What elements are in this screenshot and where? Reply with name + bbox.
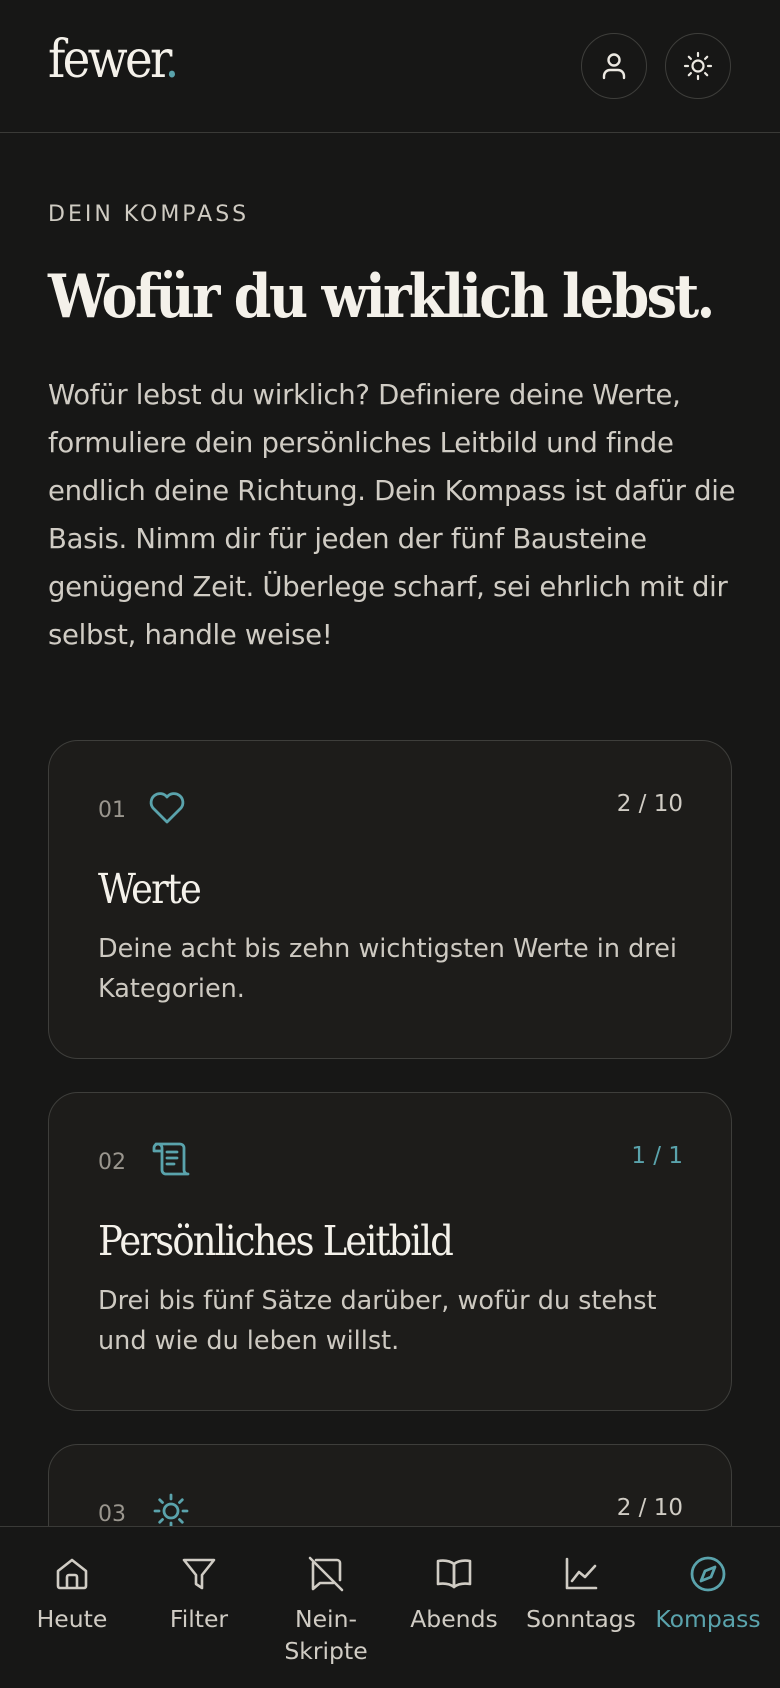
nav-item-sonntags[interactable]: Sonntags: [517, 1527, 645, 1688]
bottom-navigation: Heute Filter Nein- Skripte Abends Sonnta…: [0, 1526, 780, 1688]
page-title: Wofür du wirklich lebst.: [48, 262, 715, 332]
card-number: 03: [98, 1502, 126, 1527]
card-description: Drei bis fünf Sätze darüber, wofür du st…: [98, 1286, 657, 1356]
nav-label: Sonntags: [526, 1605, 636, 1633]
compass-card-werte[interactable]: 01 2 / 10 Werte Deine acht bis zehn wich…: [48, 740, 732, 1059]
card-number: 01: [98, 798, 126, 823]
compass-card-leitbild[interactable]: 02 1 / 1 Persönliches Leitbild Drei bis …: [48, 1092, 732, 1411]
card-progress: 1 / 1: [631, 1143, 683, 1169]
book-open-icon: [434, 1553, 474, 1595]
nav-label: Filter: [169, 1605, 229, 1633]
card-title: Werte: [98, 865, 202, 913]
sun-icon: [683, 51, 713, 81]
card-progress: 2 / 10: [616, 1495, 683, 1521]
nav-label: Heute: [36, 1605, 108, 1633]
nav-label: Nein- Skripte: [284, 1605, 368, 1665]
message-off-icon: [306, 1553, 346, 1595]
nav-label: Abends: [410, 1605, 498, 1633]
nav-label: Kompass: [655, 1605, 761, 1633]
filter-icon: [180, 1553, 218, 1595]
intro-paragraph: Wofür lebst du wirklich? Definiere deine…: [48, 379, 736, 651]
logo[interactable]: fewer.: [48, 30, 179, 90]
heart-icon: [148, 790, 186, 830]
chart-line-icon: [562, 1553, 600, 1595]
compass-icon: [688, 1553, 728, 1595]
top-header: fewer.: [0, 0, 780, 133]
nav-item-filter[interactable]: Filter: [135, 1527, 263, 1688]
app-root: fewer. DEIN KOMPASS Wofür du wirklich le…: [0, 0, 780, 1688]
card-progress: 2 / 10: [616, 791, 683, 817]
user-icon: [602, 53, 626, 80]
nav-item-nein-skripte[interactable]: Nein- Skripte: [262, 1527, 390, 1688]
card-description: Deine acht bis zehn wichtigsten Werte in…: [98, 934, 677, 1004]
home-icon: [53, 1553, 91, 1595]
scroll-icon: [152, 1140, 192, 1182]
nav-item-abends[interactable]: Abends: [390, 1527, 518, 1688]
nav-item-heute[interactable]: Heute: [8, 1527, 136, 1688]
theme-toggle-button[interactable]: [665, 33, 731, 99]
profile-button[interactable]: [581, 33, 647, 99]
nav-item-kompass[interactable]: Kompass: [644, 1527, 772, 1688]
card-title: Persönliches Leitbild: [98, 1217, 454, 1265]
card-number: 02: [98, 1150, 126, 1175]
section-kicker: DEIN KOMPASS: [48, 202, 250, 227]
